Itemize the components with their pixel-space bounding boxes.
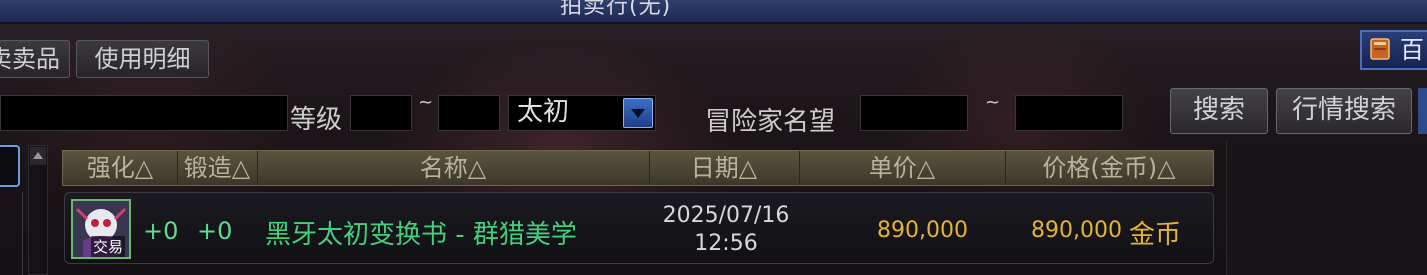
book-icon	[1370, 38, 1390, 60]
grade-selected-value: 太初	[517, 97, 570, 127]
list-scrollbar[interactable]	[28, 145, 48, 275]
tab-usage-details[interactable]: 使用明细	[76, 40, 209, 78]
category-list	[0, 192, 23, 275]
enhance-value: +0	[143, 217, 179, 245]
grade-select[interactable]: 太初	[508, 95, 656, 131]
reputation-max-input[interactable]	[1015, 95, 1123, 131]
right-frame-edge	[1418, 88, 1427, 134]
market-search-button-label: 行情搜索	[1291, 95, 1396, 125]
window-title-bar: 拍卖行(无)	[0, 0, 1427, 24]
column-price[interactable]: 价格(金币)△	[1005, 151, 1213, 185]
total-price-value: 890,000	[1031, 218, 1122, 243]
listing-date-time: 12:56	[694, 231, 758, 256]
trade-badge: 交易	[91, 236, 126, 257]
column-enhance[interactable]: 强化△	[63, 151, 178, 185]
window-title: 拍卖行(无)	[560, 0, 672, 19]
column-unit-price[interactable]: 单价△	[799, 151, 1006, 185]
encyclopedia-label: 百	[1400, 36, 1424, 64]
column-name[interactable]: 名称△	[257, 151, 650, 185]
tab-usage-details-label: 使用明细	[94, 45, 191, 73]
level-label: 等级	[290, 105, 343, 135]
level-min-input[interactable]	[350, 95, 412, 131]
level-separator: ~	[418, 92, 434, 113]
reputation-separator: ~	[985, 92, 1001, 113]
table-row[interactable]: 交易 +0 +0 黑牙太初变换书 - 群猎美学 2025/07/16 12:56…	[64, 192, 1214, 264]
level-max-input[interactable]	[438, 95, 500, 131]
search-button-label: 搜索	[1192, 95, 1245, 125]
market-search-button[interactable]: 行情搜索	[1276, 88, 1412, 134]
detail-panel	[1226, 140, 1427, 275]
item-name[interactable]: 黑牙太初变换书 - 群猎美学	[265, 214, 577, 251]
search-button[interactable]: 搜索	[1170, 88, 1268, 134]
column-forge[interactable]: 锻造△	[177, 151, 258, 185]
currency-label: 金币	[1129, 220, 1182, 250]
listing-date: 2025/07/16 12:56	[651, 202, 801, 258]
tab-sell-items-label: 卖卖品	[0, 45, 60, 73]
item-icon[interactable]: 交易	[71, 199, 131, 259]
category-selected-item[interactable]	[0, 145, 20, 187]
tab-sell-items[interactable]: 卖卖品	[0, 40, 70, 78]
listing-date-day: 2025/07/16	[662, 203, 790, 228]
keyword-input[interactable]	[0, 95, 288, 131]
encyclopedia-button[interactable]: 百	[1360, 30, 1427, 70]
chevron-down-icon[interactable]	[623, 98, 653, 128]
forge-value: +0	[197, 217, 233, 245]
column-date[interactable]: 日期△	[649, 151, 800, 185]
scroll-up-icon[interactable]	[30, 147, 46, 165]
results-table-header: 强化△ 锻造△ 名称△ 日期△ 单价△ 价格(金币)△	[62, 150, 1214, 186]
unit-price-value: 890,000	[877, 218, 968, 243]
reputation-label: 冒险家名望	[705, 107, 836, 137]
reputation-min-input[interactable]	[860, 95, 968, 131]
